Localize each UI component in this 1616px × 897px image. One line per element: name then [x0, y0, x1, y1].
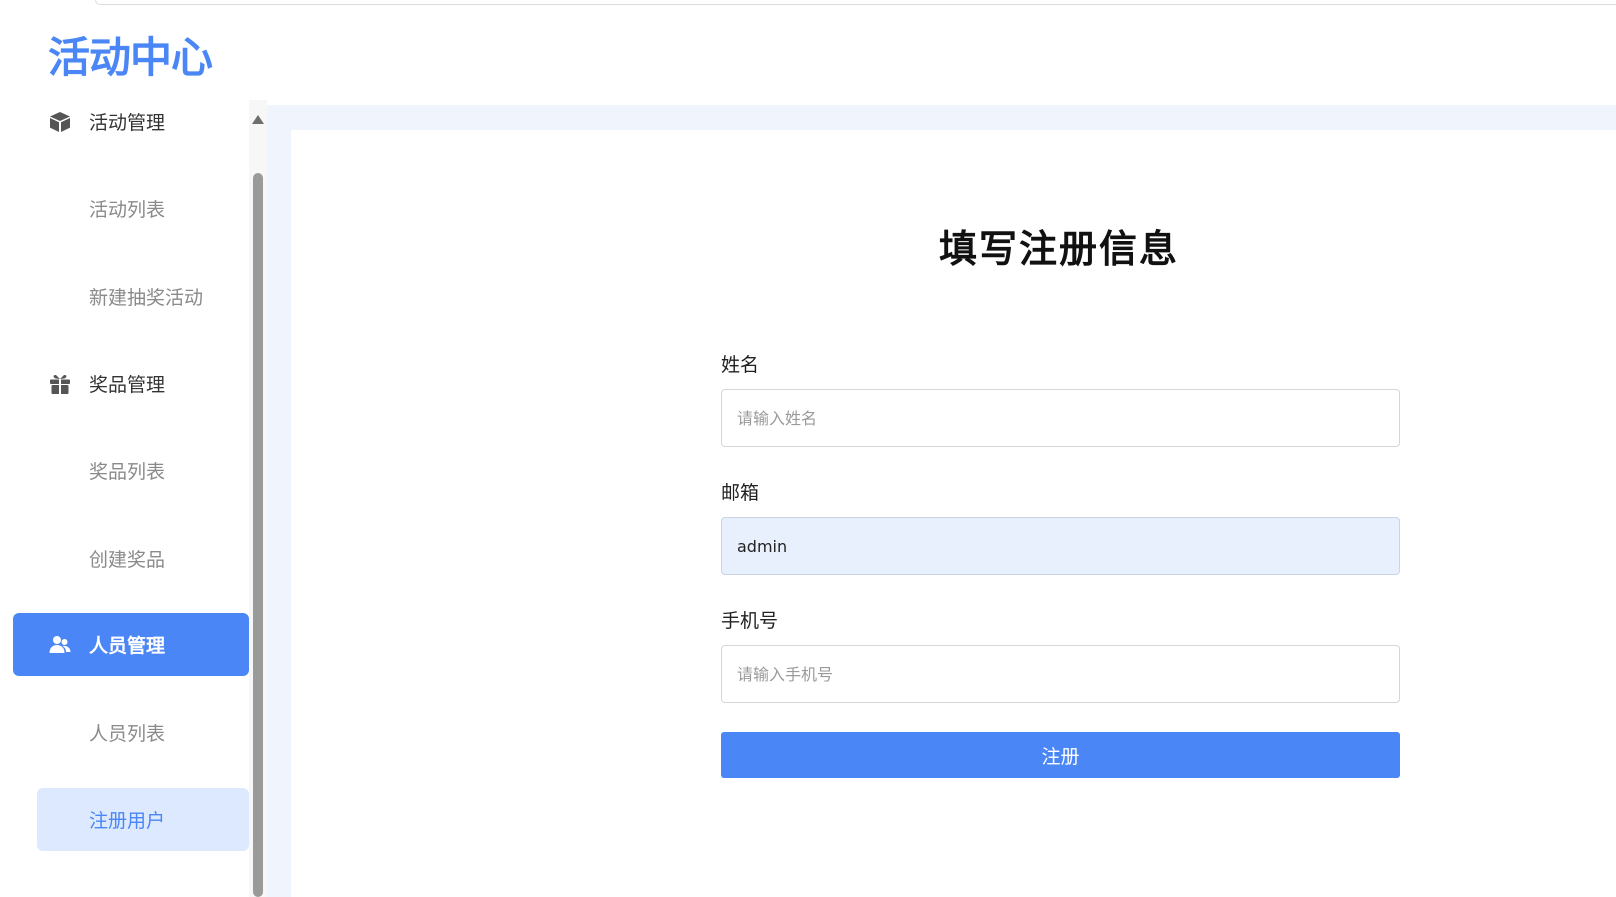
- browser-frame-edge: [95, 0, 1616, 5]
- sidebar-item-activity-management[interactable]: 活动管理: [13, 100, 249, 153]
- sidebar-item-label: 创建奖品: [89, 549, 166, 571]
- gift-icon: [48, 372, 72, 396]
- sidebar-item-prize-list[interactable]: 奖品列表: [13, 439, 249, 502]
- phone-label: 手机号: [721, 610, 779, 632]
- sidebar-item-personnel-list[interactable]: 人员列表: [13, 701, 249, 764]
- users-icon: [48, 633, 72, 657]
- sidebar-item-label: 奖品列表: [89, 461, 166, 483]
- phone-input[interactable]: [721, 645, 1400, 703]
- sidebar-item-label: 新建抽奖活动: [89, 287, 204, 309]
- sidebar-item-new-lottery-activity[interactable]: 新建抽奖活动: [13, 265, 249, 328]
- scroll-up-arrow-icon[interactable]: [252, 115, 264, 124]
- sidebar-item-prize-management[interactable]: 奖品管理: [13, 352, 249, 415]
- email-label: 邮箱: [721, 482, 760, 504]
- sidebar-item-label: 注册用户: [89, 810, 166, 832]
- name-label: 姓名: [721, 354, 760, 376]
- sidebar-item-personnel-management[interactable]: 人员管理: [13, 613, 249, 676]
- sidebar-item-label: 人员管理: [89, 635, 166, 657]
- register-button[interactable]: 注册: [721, 732, 1400, 778]
- name-input[interactable]: [721, 389, 1400, 447]
- sidebar-item-label: 活动管理: [89, 112, 166, 134]
- box-icon: [48, 110, 72, 134]
- app-logo: 活动中心: [48, 33, 213, 82]
- sidebar-item-label: 人员列表: [89, 723, 166, 745]
- sidebar-item-register-user[interactable]: 注册用户: [37, 788, 249, 851]
- page-title: 填写注册信息: [938, 227, 1179, 271]
- sidebar-item-create-prize[interactable]: 创建奖品: [13, 527, 249, 590]
- sidebar-scrollbar-thumb[interactable]: [253, 173, 263, 897]
- sidebar-item-label: 奖品管理: [89, 374, 166, 396]
- email-input[interactable]: [721, 517, 1400, 575]
